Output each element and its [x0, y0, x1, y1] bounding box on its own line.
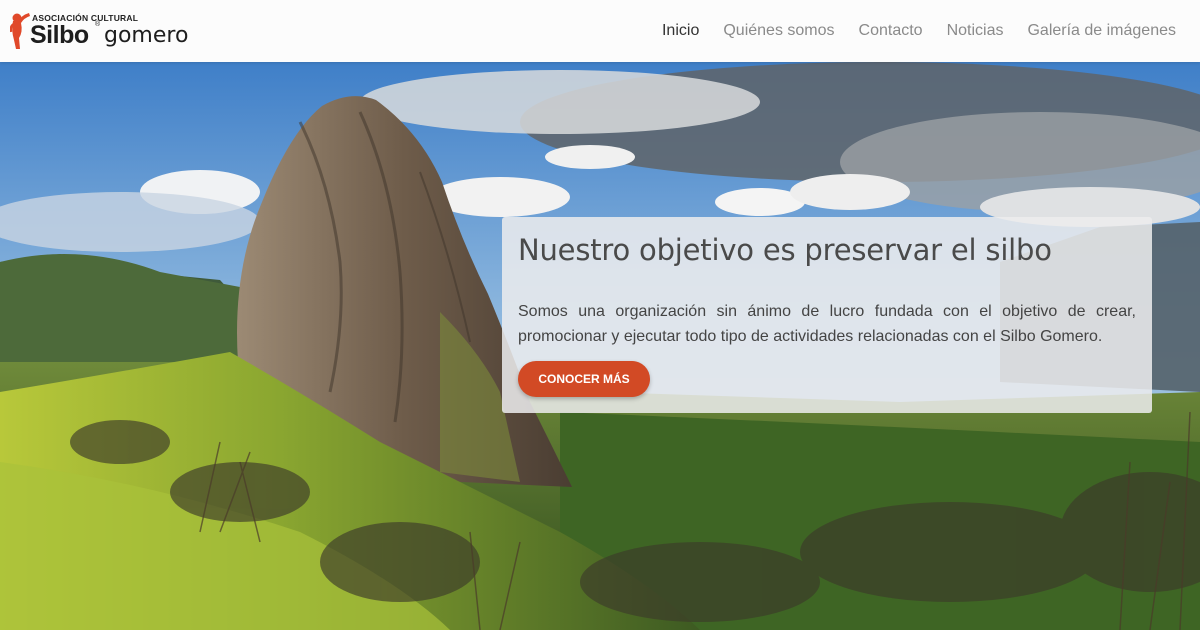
hero-title: Nuestro objetivo es preservar el silbo — [518, 233, 1052, 267]
nav-item-contacto[interactable]: Contacto — [859, 22, 923, 40]
hero-text: Somos una organización sin ánimo de lucr… — [518, 303, 1136, 345]
main-nav: Inicio Quiénes somos Contacto Noticias G… — [638, 0, 1176, 62]
logo-suffix: gomero — [104, 23, 189, 48]
nav-item-noticias[interactable]: Noticias — [947, 22, 1004, 40]
logo-brand: Silbo — [30, 21, 89, 49]
site-logo[interactable]: ASOCIACIÓN CULTURAL Silbo ® gomero — [10, 8, 200, 54]
nav-item-galeria[interactable]: Galería de imágenes — [1027, 22, 1176, 40]
nav-item-quienes-somos[interactable]: Quiénes somos — [723, 22, 834, 40]
logo-registered: ® — [95, 21, 101, 28]
navbar: ASOCIACIÓN CULTURAL Silbo ® gomero Inici… — [0, 0, 1200, 62]
hero-card: Nuestro objetivo es preservar el silbo S… — [502, 217, 1152, 413]
nav-item-inicio[interactable]: Inicio — [662, 22, 699, 40]
hero-section: Nuestro objetivo es preservar el silbo S… — [0, 62, 1200, 630]
whistler-figure-icon — [10, 13, 30, 49]
conocer-mas-button[interactable]: CONOCER MÁS — [518, 361, 650, 397]
